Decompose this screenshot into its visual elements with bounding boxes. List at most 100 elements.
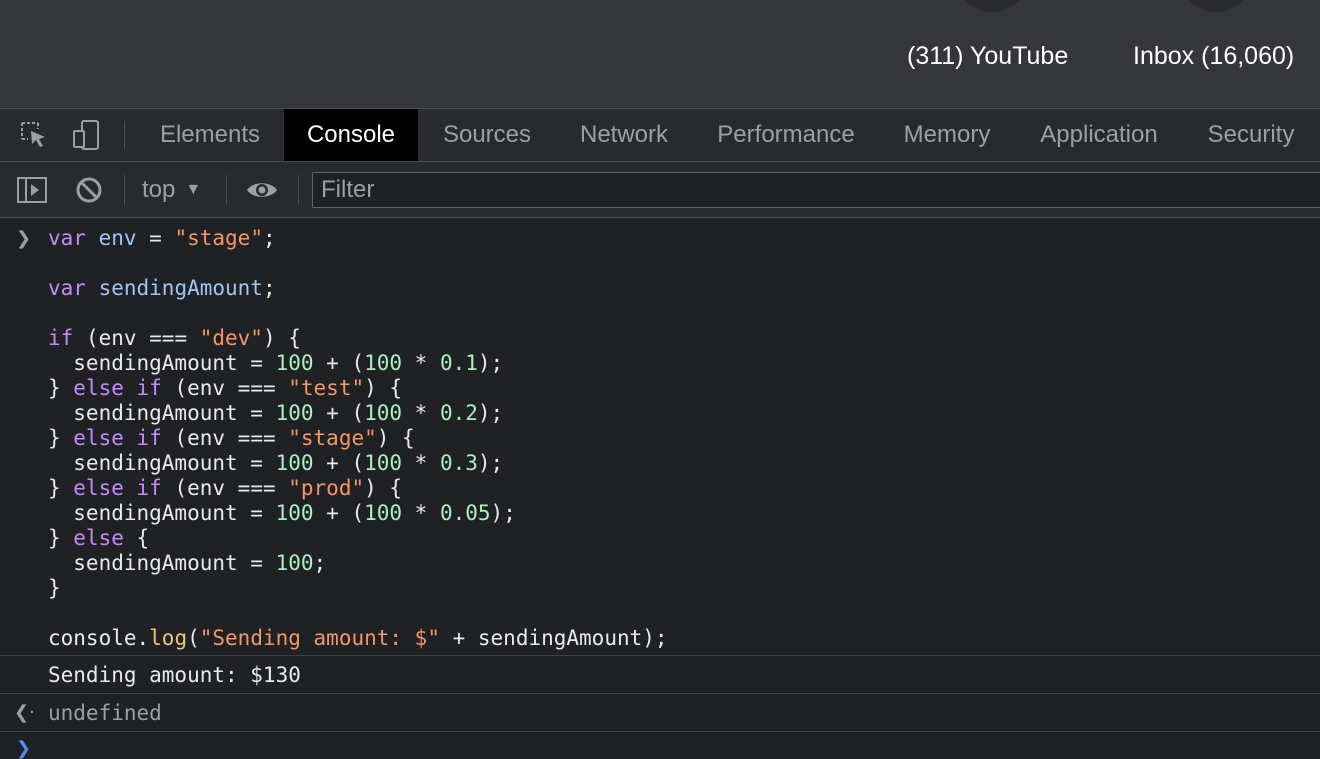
code-token: log (149, 626, 188, 650)
code-token: 100 (364, 451, 403, 475)
tab-elements[interactable]: Elements (140, 109, 280, 161)
tab-console[interactable]: Console (284, 109, 418, 161)
code-token: sendingAmount (98, 276, 263, 300)
shortcut-youtube-label[interactable]: (311) YouTube (907, 42, 1068, 71)
code-token: "test" (288, 376, 365, 400)
code-token: sendingAmount = (48, 401, 276, 425)
inspect-element-icon[interactable] (14, 109, 54, 161)
code-line: sendingAmount = 100 + (100 * 0.3); (48, 451, 668, 476)
code-token: * (402, 401, 440, 425)
result-text: undefined (48, 701, 162, 725)
code-token: + ( (313, 451, 365, 475)
code-token: 100 (364, 501, 403, 525)
code-token: else (73, 526, 124, 550)
tab-security[interactable]: Security (1184, 109, 1318, 161)
code-token: ; (262, 226, 276, 250)
code-token: } (48, 576, 61, 600)
code-token: } (48, 526, 74, 550)
code-token: } (48, 376, 74, 400)
toolbar-divider (226, 175, 227, 205)
code-token: + sendingAmount); (439, 626, 668, 650)
code-token: * (402, 351, 440, 375)
toolbar-divider (298, 175, 299, 205)
code-token: 0.2 (439, 401, 478, 425)
browser-new-tab-area: (311) YouTube Inbox (16,060) (0, 0, 1320, 108)
code-token: = (136, 226, 175, 250)
tab-memory[interactable]: Memory (880, 109, 1014, 161)
code-token: console. (48, 626, 150, 650)
code-token: 100 (275, 451, 314, 475)
code-line: } else if (env === "prod") { (48, 476, 668, 501)
code-token: ; (313, 551, 327, 575)
code-token: * (402, 501, 440, 525)
code-token: ); (477, 401, 504, 425)
code-token: 100 (364, 351, 403, 375)
code-token: 100 (275, 401, 314, 425)
code-token: (env === (73, 326, 200, 350)
console-log-message: Sending amount: $130 (0, 656, 1320, 693)
shortcut-inbox-label[interactable]: Inbox (16,060) (1133, 42, 1294, 71)
devtools-tab-bar: Elements Console Sources Network Perform… (0, 108, 1320, 162)
code-token: (env === (161, 426, 289, 450)
code-token: env (98, 226, 137, 250)
code-token: 0.1 (439, 351, 478, 375)
code-line: var sendingAmount; (48, 276, 668, 301)
tab-performance[interactable]: Performance (694, 109, 878, 161)
code-line: sendingAmount = 100; (48, 551, 668, 576)
toolbar-divider (124, 121, 125, 149)
code-token: sendingAmount = (48, 351, 276, 375)
code-token: ); (477, 351, 504, 375)
result-arrow-icon: ❮· (14, 702, 35, 723)
caret-down-icon: ▼ (185, 180, 202, 198)
code-line: } (48, 576, 668, 601)
context-selector[interactable]: top ▼ (142, 162, 201, 217)
code-token: } (48, 426, 74, 450)
tab-application[interactable]: Application (1016, 109, 1182, 161)
tab-network[interactable]: Network (556, 109, 692, 161)
console-output[interactable]: ❯ var env = "stage"; var sendingAmount; if… (0, 218, 1320, 759)
console-prompt-icon[interactable]: ❯ (16, 738, 31, 759)
tab-sources[interactable]: Sources (420, 109, 554, 161)
code-token: "stage" (174, 226, 263, 250)
device-toolbar-icon[interactable] (66, 109, 106, 161)
shortcut-youtube-icon[interactable] (954, 0, 1030, 12)
code-token: "Sending amount: $" (199, 626, 440, 650)
console-toolbar: top ▼ (0, 162, 1320, 218)
code-token: (env === (161, 376, 289, 400)
code-token: sendingAmount = (48, 451, 276, 475)
code-token: 0.05 (439, 501, 491, 525)
code-line: console.log("Sending amount: $" + sendin… (48, 626, 668, 651)
code-line: sendingAmount = 100 + (100 * 0.05); (48, 501, 668, 526)
code-token: * (402, 451, 440, 475)
clear-console-icon[interactable] (70, 162, 108, 217)
shortcut-inbox-icon[interactable] (1178, 0, 1254, 12)
code-token: ); (477, 451, 504, 475)
code-token: else if (73, 426, 162, 450)
code-token: + ( (313, 401, 365, 425)
input-prompt-icon: ❯ (16, 228, 32, 249)
code-token: + ( (313, 501, 365, 525)
show-sidebar-icon[interactable] (12, 162, 52, 217)
code-line: if (env === "dev") { (48, 326, 668, 351)
code-token: ) { (376, 426, 415, 450)
eye-icon[interactable] (242, 162, 282, 217)
code-token: var (48, 276, 86, 300)
filter-input[interactable] (312, 172, 1320, 208)
code-token: } (48, 476, 74, 500)
code-token: 100 (275, 501, 314, 525)
code-token: 100 (275, 551, 314, 575)
code-token: ) { (364, 376, 403, 400)
code-token: sendingAmount = (48, 551, 276, 575)
code-token: + ( (313, 351, 365, 375)
code-token: var (48, 226, 86, 250)
code-block: var env = "stage"; var sendingAmount; if (… (48, 226, 668, 651)
code-line: } else if (env === "stage") { (48, 426, 668, 451)
log-text: Sending amount: $130 (48, 663, 301, 687)
code-token: ) { (364, 476, 403, 500)
code-token: ; (262, 276, 276, 300)
code-line: sendingAmount = 100 + (100 * 0.2); (48, 401, 668, 426)
